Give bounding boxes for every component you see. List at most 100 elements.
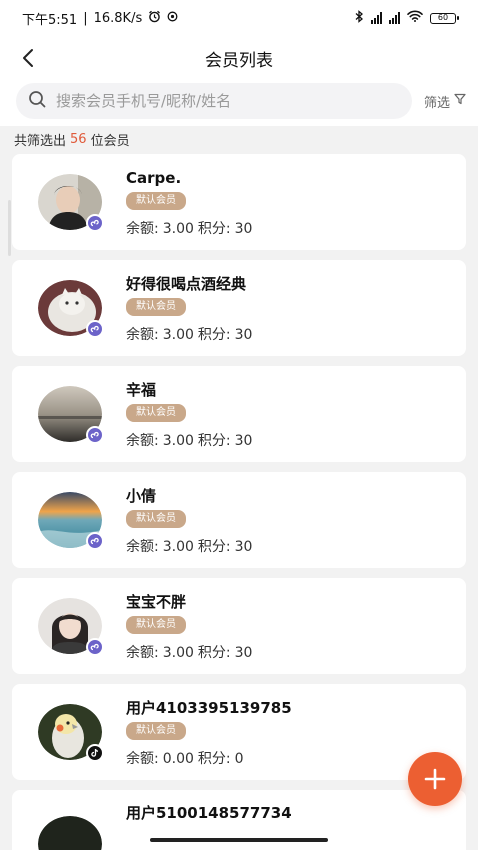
member-info: 辛福 默认会员 余额: 3.00 积分: 30 — [126, 379, 256, 450]
member-info: Carpe. 默认会员 余额: 3.00 积分: 30 — [126, 167, 256, 238]
count-suffix: 位会员 — [90, 133, 130, 149]
count-number: 56 — [70, 131, 87, 147]
bluetooth-icon — [354, 9, 364, 27]
member-info: 用户5100148577734 — [126, 802, 292, 824]
points-value: 30 — [234, 644, 253, 661]
wifi-icon — [407, 10, 423, 26]
member-name: 用户4103395139785 — [126, 698, 292, 717]
status-time: 下午5:51 — [22, 12, 78, 28]
member-stats: 余额: 3.00 积分: 30 — [126, 642, 256, 662]
balance-label: 余额: — [126, 538, 159, 555]
count-prefix: 共筛选出 — [14, 133, 67, 149]
member-stats: 余额: 3.00 积分: 30 — [126, 536, 256, 556]
page-title: 会员列表 — [205, 50, 273, 71]
balance-value: 3.00 — [162, 644, 194, 661]
balance-value: 3.00 — [162, 326, 194, 343]
member-list: Carpe. 默认会员 余额: 3.00 积分: 30 好得很喝点酒经典 默认会员 余… — [0, 152, 478, 850]
balance-value: 3.00 — [162, 220, 194, 237]
member-card[interactable]: Carpe. 默认会员 余额: 3.00 积分: 30 — [12, 154, 466, 250]
member-level-badge: 默认会员 — [126, 615, 186, 634]
filter-icon — [454, 93, 466, 109]
status-left: 下午5:51 | 16.8K/s — [22, 9, 178, 28]
home-indicator[interactable] — [150, 838, 328, 842]
alarm-icon — [148, 10, 161, 27]
balance-label: 余额: — [126, 220, 159, 237]
member-name: 用户5100148577734 — [126, 804, 292, 822]
member-name: Carpe. — [126, 168, 182, 187]
status-speed: 16.8K/s — [93, 10, 143, 26]
member-info: 小倩 默认会员 余额: 3.00 积分: 30 — [126, 485, 256, 556]
member-stats: 余额: 3.00 积分: 30 — [126, 324, 256, 344]
member-name: 小倩 — [126, 486, 157, 505]
search-box[interactable] — [16, 83, 412, 119]
member-level-badge: 默认会员 — [126, 403, 186, 422]
top-bar: 下午5:51 | 16.8K/s 60 会员列表 搜索会员手机号/昵称/姓名 筛… — [0, 0, 478, 126]
member-card[interactable]: 小倩 默认会员 余额: 3.00 积分: 30 — [12, 472, 466, 568]
status-right: 60 — [354, 9, 459, 27]
mini-program-icon — [86, 214, 104, 232]
filter-button[interactable]: 筛选 — [424, 92, 466, 111]
member-level-badge: 默认会员 — [126, 191, 186, 210]
member-card[interactable]: 宝宝不胖 默认会员 余额: 3.00 积分: 30 — [12, 578, 466, 674]
add-member-button[interactable] — [408, 752, 462, 806]
balance-value: 3.00 — [162, 538, 194, 555]
member-info: 宝宝不胖 默认会员 余额: 3.00 积分: 30 — [126, 591, 256, 662]
points-label: 积分: — [197, 750, 231, 767]
member-name: 宝宝不胖 — [126, 592, 187, 611]
balance-label: 余额: — [126, 432, 159, 449]
mini-program-icon — [86, 426, 104, 444]
member-card[interactable]: 用户4103395139785 默认会员 余额: 0.00 积分: 0 — [12, 684, 466, 780]
status-bar: 下午5:51 | 16.8K/s 60 — [0, 0, 478, 36]
points-value: 0 — [234, 750, 244, 767]
search-row: 筛选 — [0, 80, 478, 126]
member-card[interactable]: 好得很喝点酒经典 默认会员 余额: 3.00 积分: 30 — [12, 260, 466, 356]
chevron-left-icon — [23, 49, 33, 67]
points-label: 积分: — [197, 644, 231, 661]
member-level-badge: 默认会员 — [126, 297, 186, 316]
member-stats: 余额: 3.00 积分: 30 — [126, 218, 256, 238]
plus-icon — [424, 768, 446, 790]
mini-program-icon — [86, 532, 104, 550]
member-stats: 余额: 3.00 积分: 30 — [126, 430, 256, 450]
member-info: 用户4103395139785 默认会员 余额: 0.00 积分: 0 — [126, 697, 292, 768]
nav-bar: 会员列表 — [0, 36, 478, 80]
member-card[interactable]: 辛福 默认会员 余额: 3.00 积分: 30 — [12, 366, 466, 462]
member-info: 好得很喝点酒经典 默认会员 余额: 3.00 积分: 30 — [126, 273, 256, 344]
mini-program-icon — [86, 320, 104, 338]
avatar-image — [38, 816, 102, 850]
avatar — [38, 280, 104, 338]
avatar — [38, 704, 104, 762]
member-level-badge: 默认会员 — [126, 509, 186, 528]
back-button[interactable] — [14, 44, 42, 72]
points-value: 30 — [234, 326, 253, 343]
member-name: 辛福 — [126, 380, 157, 399]
avatar — [38, 816, 102, 850]
member-count: 共筛选出 56 位会员 — [0, 126, 478, 152]
avatar — [38, 492, 104, 550]
signal-icon-2 — [389, 12, 400, 24]
notification-icon — [167, 11, 178, 26]
points-label: 积分: — [197, 432, 231, 449]
points-value: 30 — [234, 432, 253, 449]
member-level-badge: 默认会员 — [126, 721, 186, 740]
points-label: 积分: — [197, 538, 231, 555]
search-input[interactable] — [56, 92, 400, 110]
points-value: 30 — [234, 538, 253, 555]
scrollbar — [8, 200, 11, 256]
points-label: 积分: — [197, 326, 231, 343]
avatar — [38, 386, 104, 444]
signal-icon — [371, 12, 382, 24]
balance-label: 余额: — [126, 750, 159, 767]
search-icon — [28, 90, 46, 112]
filter-label: 筛选 — [423, 95, 450, 111]
balance-value: 0.00 — [162, 750, 194, 767]
tiktok-icon — [86, 744, 104, 762]
balance-label: 余额: — [126, 326, 159, 343]
battery-icon: 60 — [430, 12, 459, 24]
status-divider: | — [83, 10, 88, 26]
avatar — [38, 598, 104, 656]
points-value: 30 — [234, 220, 253, 237]
avatar — [38, 174, 104, 232]
balance-value: 3.00 — [162, 432, 194, 449]
mini-program-icon — [86, 638, 104, 656]
